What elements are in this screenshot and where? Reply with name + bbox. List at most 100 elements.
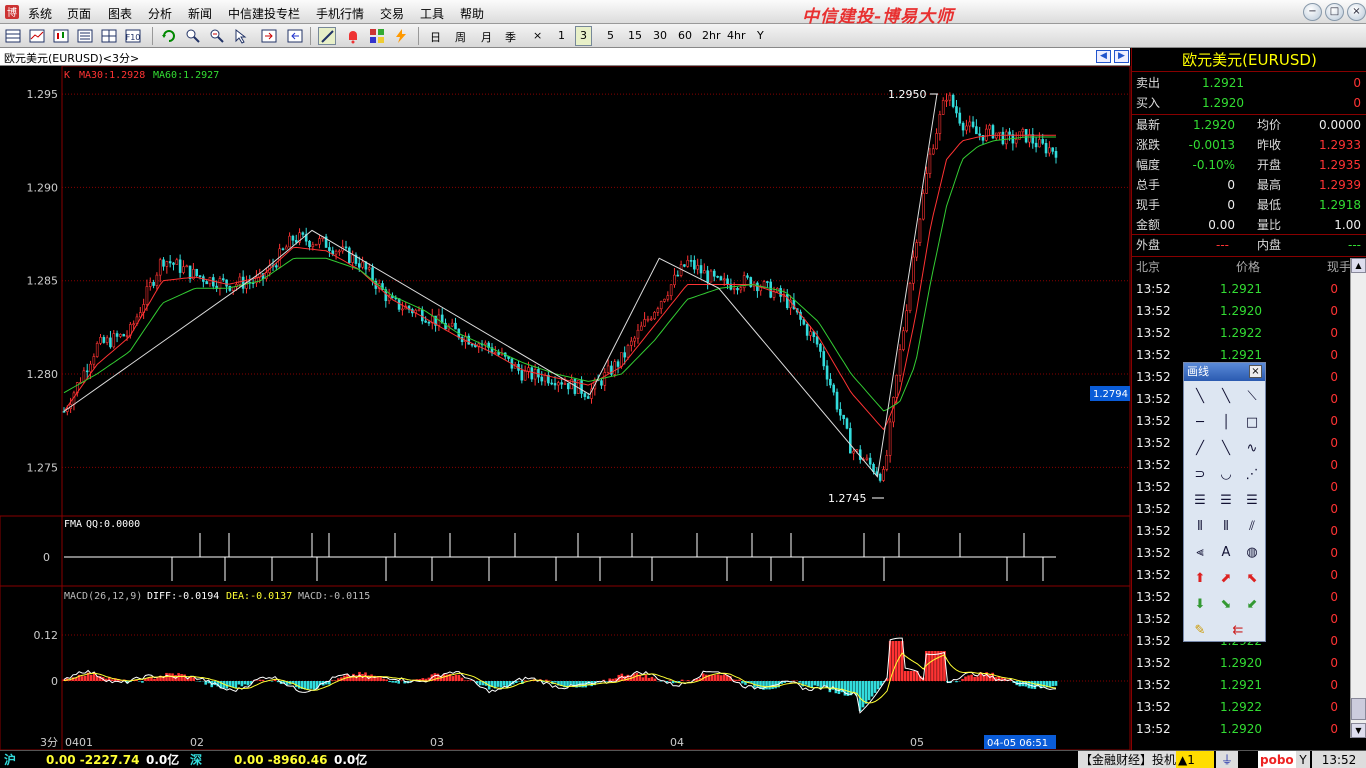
menu-mobile-quotes[interactable]: 手机行情 <box>316 5 364 22</box>
scroll-down-icon[interactable]: ▼ <box>1351 723 1366 738</box>
scroll-up-icon[interactable]: ▲ <box>1351 258 1366 273</box>
wave-icon[interactable]: ∿ <box>1241 438 1263 460</box>
alert-badge[interactable]: ▲1 <box>1176 751 1214 768</box>
period-close[interactable]: × <box>533 29 542 42</box>
menu-page[interactable]: 页面 <box>67 5 91 22</box>
arrow-up-left-icon[interactable]: ⬉ <box>1241 568 1263 590</box>
nav-right-icon[interactable]: ▶ <box>1114 50 1129 63</box>
arrow-down-left-icon[interactable]: ⬋ <box>1241 594 1263 616</box>
menu-analysis[interactable]: 分析 <box>148 5 172 22</box>
f10-icon[interactable]: F10 <box>124 27 142 45</box>
export-icon[interactable] <box>260 27 278 45</box>
globe-icon[interactable]: ◍ <box>1241 542 1263 564</box>
alert-bell-icon[interactable] <box>344 27 362 45</box>
arrow-up-right-icon[interactable]: ⬈ <box>1215 568 1237 590</box>
zoom-in-icon[interactable] <box>184 27 202 45</box>
kline-chart[interactable]: 1.2951.2901.2851.2801.275 K MA30:1.2928 … <box>0 66 1131 750</box>
quote-table-icon[interactable] <box>4 27 22 45</box>
modules-icon[interactable] <box>368 27 386 45</box>
menu-news[interactable]: 新闻 <box>188 5 212 22</box>
line-chart-icon[interactable] <box>28 27 46 45</box>
period-30min[interactable]: 30 <box>653 29 667 42</box>
period-15min[interactable]: 15 <box>628 29 642 42</box>
delete-lines-icon[interactable]: ⇇ <box>1227 620 1249 642</box>
percent-lines-icon[interactable]: ☰ <box>1215 490 1237 512</box>
cursor-time: 04-05 06:51 <box>987 738 1048 749</box>
candle-body <box>205 281 208 285</box>
macd-legend-diff: DIFF:-0.0194 <box>147 591 219 602</box>
fan-icon[interactable]: ⋰ <box>1241 464 1263 486</box>
period-quarter[interactable]: 季 <box>505 29 516 45</box>
period-4hr[interactable]: 4hr <box>727 29 746 42</box>
candle-body <box>643 319 646 327</box>
tick-scrollbar[interactable]: ▲ ▼ <box>1350 258 1366 738</box>
speed-lines-icon[interactable]: ⫽ <box>1241 516 1263 538</box>
menu-citic-column[interactable]: 中信建投专栏 <box>228 5 300 22</box>
fibonacci-icon[interactable]: ☰ <box>1189 490 1211 512</box>
period-1min[interactable]: 1 <box>558 29 565 42</box>
gold-ratio-icon[interactable]: ☰ <box>1241 490 1263 512</box>
period-3min[interactable]: 3 <box>575 26 592 46</box>
minimize-button[interactable]: − <box>1303 3 1322 21</box>
candle-body <box>195 268 199 276</box>
draw-palette-close-button[interactable]: × <box>1249 365 1262 378</box>
flash-icon[interactable] <box>392 27 410 45</box>
maximize-button[interactable]: □ <box>1325 3 1344 21</box>
horizontal-line-icon[interactable]: ─ <box>1189 412 1211 434</box>
draw-line-icon[interactable] <box>318 27 336 45</box>
channel-icon[interactable]: ⫷ <box>1189 542 1211 564</box>
draw-palette-titlebar[interactable]: 画线 × <box>1184 363 1265 381</box>
period-year[interactable]: Y <box>757 29 764 42</box>
menu-chart[interactable]: 图表 <box>108 5 132 22</box>
tick-row: 13:52 1.2922 0 <box>1132 696 1352 718</box>
menu-trade[interactable]: 交易 <box>380 5 404 22</box>
draw-tool-palette[interactable]: 画线 × ╲ ╲ ⟍ ─ │ □ ╱ ╲ ∿ ⊃ ◡ ⋰ ☰ ☰ ☰ ⦀ ⦀ ⫽… <box>1183 362 1266 642</box>
candle-body <box>726 278 729 285</box>
period-day[interactable]: 日 <box>430 29 441 45</box>
period-2hr[interactable]: 2hr <box>702 29 721 42</box>
candle-body <box>497 352 500 355</box>
zoom-out-icon[interactable] <box>208 27 226 45</box>
menu-tools[interactable]: 工具 <box>420 5 444 22</box>
period-week[interactable]: 周 <box>455 29 466 45</box>
period-60min[interactable]: 60 <box>678 29 692 42</box>
kline-icon[interactable] <box>52 27 70 45</box>
cursor-icon[interactable] <box>232 27 250 45</box>
period-month[interactable]: 月 <box>481 29 492 45</box>
grid-icon[interactable] <box>100 27 118 45</box>
stat-value: 1.2920 <box>1193 118 1235 132</box>
trend-down-icon[interactable]: ╲ <box>1215 438 1237 460</box>
text-tool-icon[interactable]: A <box>1215 542 1237 564</box>
period-5min[interactable]: 5 <box>607 29 614 42</box>
app-logo-icon[interactable]: 博 <box>4 4 20 20</box>
ray-line-icon[interactable]: ╲ <box>1215 386 1237 408</box>
arrow-down-right-icon[interactable]: ⬊ <box>1215 594 1237 616</box>
scroll-thumb[interactable] <box>1351 698 1366 720</box>
tick-volume: 0 <box>1330 348 1338 362</box>
menu-system[interactable]: 系统 <box>28 5 52 22</box>
line-segment-icon[interactable]: ╲ <box>1189 386 1211 408</box>
rectangle-icon[interactable]: □ <box>1241 412 1263 434</box>
vertical-line-icon[interactable]: │ <box>1215 412 1237 434</box>
tick-volume: 0 <box>1330 414 1338 428</box>
candle-body <box>988 125 991 130</box>
eraser-icon[interactable]: ✎ <box>1189 620 1211 642</box>
news-ticker[interactable]: 【金融财经】投机情 <box>1078 751 1176 768</box>
trend-up-icon[interactable]: ╱ <box>1189 438 1211 460</box>
x-label-0401: 0401 <box>65 736 93 749</box>
import-icon[interactable] <box>286 27 304 45</box>
close-button[interactable]: × <box>1347 3 1366 21</box>
refresh-icon[interactable] <box>160 27 178 45</box>
candle-body <box>288 235 291 248</box>
arrow-up-icon[interactable]: ⬆ <box>1189 568 1211 590</box>
arc-icon[interactable]: ⊃ <box>1189 464 1211 486</box>
arrow-down-icon[interactable]: ⬇ <box>1189 594 1211 616</box>
candle-body <box>158 259 162 276</box>
nav-left-icon[interactable]: ◀ <box>1096 50 1111 63</box>
parallel-line-icon[interactable]: ⟍ <box>1241 386 1263 408</box>
detail-icon[interactable] <box>76 27 94 45</box>
menu-help[interactable]: 帮助 <box>460 5 484 22</box>
cycle-lines-icon[interactable]: ⦀ <box>1189 516 1211 538</box>
gann-icon[interactable]: ◡ <box>1215 464 1237 486</box>
time-zones-icon[interactable]: ⦀ <box>1215 516 1237 538</box>
